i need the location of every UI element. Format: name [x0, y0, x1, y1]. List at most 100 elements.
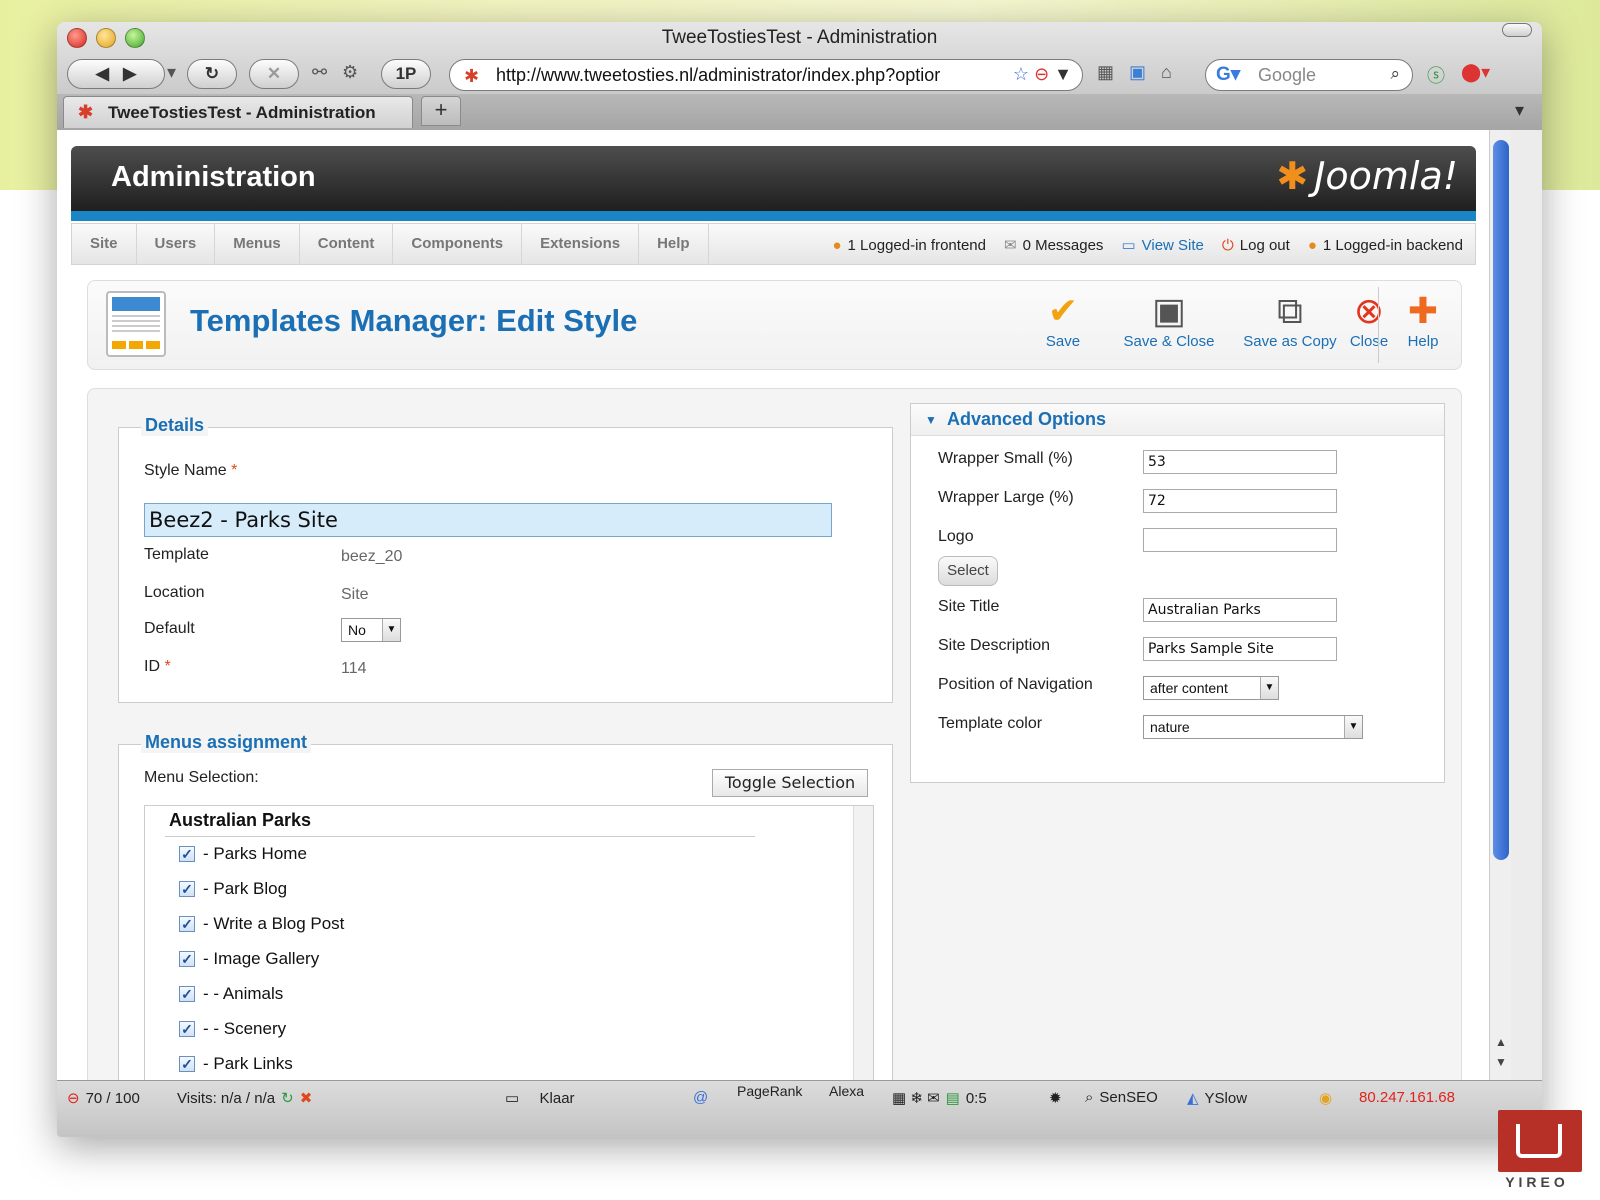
- search-icon[interactable]: ⌕: [1390, 64, 1400, 84]
- yireo-logo: YIREO: [1492, 1110, 1582, 1190]
- edit-form: Details Style Name * Beez2 - Parks Site …: [87, 388, 1462, 1080]
- menus-assignment-legend: Menus assignment: [141, 732, 312, 753]
- check-icon: ✔: [1047, 290, 1079, 331]
- checkbox[interactable]: ✓: [179, 1021, 195, 1037]
- status-text: Klaar: [539, 1089, 575, 1107]
- monitor-icon: ▭: [505, 1090, 520, 1107]
- scroll-up-icon[interactable]: ▲: [1495, 1035, 1507, 1049]
- list-scrollbar[interactable]: [853, 806, 873, 1080]
- blocked-icon[interactable]: ⊖: [1034, 64, 1049, 84]
- pagerank-label[interactable]: PageRank: [737, 1083, 802, 1099]
- bug-icon[interactable]: ✹: [1049, 1089, 1062, 1107]
- address-bar[interactable]: ✱ http://www.tweetosties.nl/administrato…: [449, 59, 1083, 91]
- menu-item-site[interactable]: Site: [72, 223, 137, 265]
- help-button[interactable]: ✚ Help: [1388, 289, 1458, 350]
- template-label: Template: [144, 546, 209, 563]
- scroll-down-icon[interactable]: ▼: [1495, 1055, 1507, 1069]
- list-item[interactable]: ✓ - Image Gallery: [179, 949, 319, 969]
- refresh-icon[interactable]: ↻: [281, 1089, 294, 1107]
- checkbox[interactable]: ✓: [179, 951, 195, 967]
- toggle-selection-button[interactable]: Toggle Selection: [712, 769, 868, 797]
- list-item[interactable]: ✓ - - Animals: [179, 984, 283, 1004]
- list-item[interactable]: ✓ - Park Links: [179, 1054, 293, 1074]
- tab-list-icon[interactable]: ▾: [1515, 100, 1524, 121]
- user-icon: ●: [832, 236, 842, 254]
- grid-icon[interactable]: ▦: [1097, 62, 1114, 83]
- menu-item-extensions[interactable]: Extensions: [522, 223, 640, 265]
- stop-sign-icon: ⊖: [67, 1090, 80, 1107]
- at-icon[interactable]: @: [693, 1089, 708, 1106]
- clipboard-icon[interactable]: ▤: [946, 1089, 960, 1107]
- menu-item-users[interactable]: Users: [137, 223, 216, 265]
- forward-icon[interactable]: ▶: [123, 64, 136, 84]
- menu-item-menus[interactable]: Menus: [215, 223, 300, 265]
- logout-link[interactable]: Log out: [1240, 237, 1290, 254]
- back-forward-buttons[interactable]: ◀ ▶: [67, 59, 165, 89]
- onepassword-button[interactable]: 1P: [381, 59, 431, 89]
- history-dropdown-icon[interactable]: ▾: [167, 62, 176, 83]
- site-description-input[interactable]: Parks Sample Site: [1143, 637, 1337, 661]
- new-tab-button[interactable]: +: [421, 96, 461, 126]
- checkbox[interactable]: ✓: [179, 986, 195, 1002]
- window-icon[interactable]: ▣: [1129, 62, 1146, 83]
- toolbar-toggle-button[interactable]: [1502, 23, 1532, 37]
- reload-button[interactable]: ↻: [187, 59, 237, 89]
- location-label: Location: [144, 584, 205, 601]
- checkbox[interactable]: ✓: [179, 916, 195, 932]
- error-icon[interactable]: ✖: [300, 1089, 313, 1107]
- google-icon[interactable]: G▾: [1216, 63, 1240, 86]
- search-box[interactable]: G▾ Google ⌕: [1205, 59, 1413, 91]
- url-dropdown-icon[interactable]: ▼: [1054, 64, 1072, 84]
- menu-item-help[interactable]: Help: [639, 223, 709, 265]
- style-name-label: Style Name *: [144, 462, 238, 479]
- list-item[interactable]: ✓ - Park Blog: [179, 879, 287, 899]
- wrapper-large-input[interactable]: 72: [1143, 489, 1337, 513]
- menu-selection-list[interactable]: Australian Parks ✓ - Parks Home ✓ - Park B…: [144, 805, 874, 1080]
- save-close-button[interactable]: ▣ Save & Close: [1110, 289, 1228, 350]
- yslow-label[interactable]: YSlow: [1205, 1090, 1248, 1107]
- wrapper-small-input[interactable]: 53: [1143, 450, 1337, 474]
- style-name-input[interactable]: Beez2 - Parks Site: [144, 503, 832, 537]
- menu-item-components[interactable]: Components: [393, 223, 523, 265]
- toolbar-tools-icon[interactable]: ▦ ❄ ✉: [892, 1089, 940, 1107]
- menu-item-content[interactable]: Content: [300, 223, 394, 265]
- list-item[interactable]: ✓ - Parks Home: [179, 844, 307, 864]
- save-button[interactable]: ✔ Save: [1008, 289, 1118, 350]
- list-item[interactable]: ✓ - - Scenery: [179, 1019, 286, 1039]
- nav-position-select[interactable]: after content ▼: [1143, 676, 1279, 700]
- id-label: ID *: [144, 658, 171, 675]
- site-title-input[interactable]: Australian Parks: [1143, 598, 1337, 622]
- archive-icon[interactable]: ⌂: [1161, 62, 1172, 83]
- bookmark-star-icon[interactable]: ☆: [1013, 64, 1029, 84]
- menu-group-title: Australian Parks: [169, 810, 312, 830]
- view-site-link[interactable]: View Site: [1142, 237, 1204, 254]
- alexa-label[interactable]: Alexa: [829, 1083, 864, 1099]
- ratio-text: 0:5: [965, 1089, 987, 1107]
- adblock-icon[interactable]: ⬤▾: [1461, 62, 1490, 83]
- checkbox[interactable]: ✓: [179, 846, 195, 862]
- template-value: beez_20: [341, 548, 403, 565]
- search-input[interactable]: Google: [1258, 65, 1316, 86]
- template-color-select[interactable]: nature ▼: [1143, 715, 1363, 739]
- default-select[interactable]: No ▼: [341, 618, 401, 642]
- advanced-options-header[interactable]: ▼ Advanced Options: [911, 404, 1444, 436]
- messages-link[interactable]: 0 Messages: [1023, 237, 1104, 254]
- logo-input[interactable]: [1143, 528, 1337, 552]
- connection-icon[interactable]: ⚯: [312, 62, 327, 83]
- list-item[interactable]: ✓ - Write a Blog Post: [179, 914, 344, 934]
- url-text[interactable]: http://www.tweetosties.nl/administrator/…: [496, 65, 940, 86]
- details-panel: Details Style Name * Beez2 - Parks Site …: [118, 415, 893, 703]
- checkbox[interactable]: ✓: [179, 1056, 195, 1072]
- globe-icon: ◉: [1319, 1090, 1333, 1107]
- gear-icon[interactable]: ⚙: [342, 62, 358, 83]
- page-scrollbar[interactable]: ▲ ▼: [1489, 130, 1511, 1080]
- stop-button[interactable]: ✕: [249, 59, 299, 89]
- back-icon[interactable]: ◀: [96, 64, 109, 84]
- active-tab[interactable]: ✱ TweeTostiesTest - Administration: [63, 96, 413, 128]
- senseo-label[interactable]: SenSEO: [1099, 1089, 1157, 1106]
- stumbleupon-icon[interactable]: ⓢ: [1427, 62, 1445, 88]
- tab-favicon-icon: ✱: [78, 102, 94, 122]
- checkbox[interactable]: ✓: [179, 881, 195, 897]
- select-logo-button[interactable]: Select: [938, 556, 998, 586]
- page-scroll-thumb[interactable]: [1493, 140, 1509, 860]
